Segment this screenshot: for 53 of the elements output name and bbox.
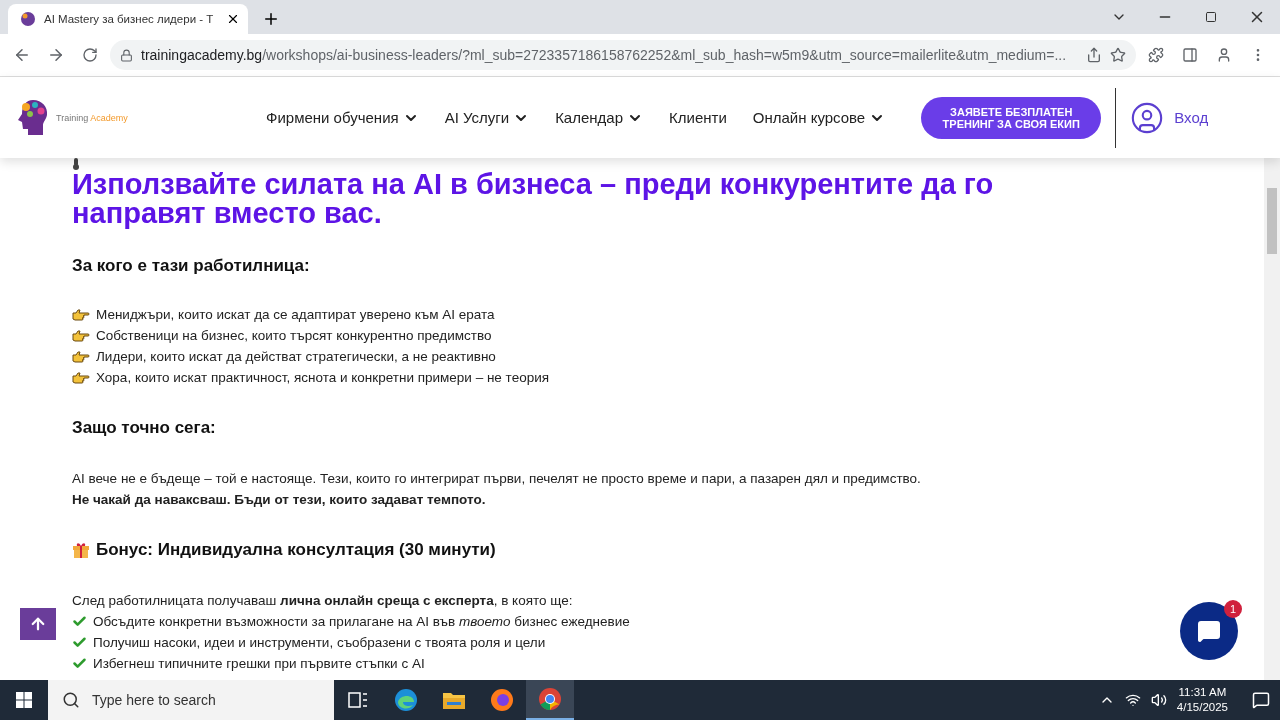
list-item: Обсъдите конкретни възможности за прилагане на AI във твоето бизнес ежедневие [93,613,630,631]
login-link[interactable]: Вход [1130,100,1209,135]
list-item: Получиш насоки, идеи и инструменти, съобразени с твоята роля и цели [93,634,546,652]
section-heading: Бонус: Индивидуална консултация (30 минути) [96,540,496,560]
bold-paragraph: Не чакай да наваксваш. Бъди от тези, които задават темпото. [72,491,487,509]
bookmark-star-icon[interactable] [1110,47,1126,63]
check-icon [72,635,87,650]
network-icon[interactable] [1124,692,1141,708]
pointing-hand-icon [72,350,90,363]
notifications-icon[interactable] [1252,691,1270,709]
list-item: Собственици на бизнес, които търсят конкурентно предимство [96,327,492,345]
list-item: Хора, които искат практичност, яснота и конкретни примери – не теория [96,369,550,387]
chrome-icon[interactable] [526,680,574,720]
nav-link[interactable]: AI Услуги [444,109,530,126]
tab-title: AI Mastery за бизнес лидери - T [44,13,215,25]
lock-icon [120,48,133,62]
free-training-button[interactable]: ЗАЯВЕТЕ БЕЗПЛАТЕН ТРЕНИНГ ЗА СВОЯ ЕКИП [921,96,1102,139]
list-item: Мениджъри, които искат да се адаптират уверено към AI ерата [96,306,495,324]
head-logo-icon [16,97,50,138]
scrollbar[interactable] [1264,158,1280,680]
browser-tab[interactable]: AI Mastery за бизнес лидери - T [8,4,248,34]
user-icon [1130,100,1165,135]
list-item: Лидери, които искат да действат стратегически, а не реактивно [96,348,496,366]
chat-bubble-icon [1197,619,1221,643]
scroll-to-top-button[interactable] [20,608,56,640]
pointing-hand-icon [72,329,90,342]
nav-link[interactable]: Онлайн курсове [752,109,886,126]
new-tab-icon[interactable] [262,10,280,28]
check-icon [72,656,87,671]
volume-icon[interactable] [1150,692,1167,708]
section-heading: Защо точно сега: [72,418,217,438]
nav-link[interactable]: Клиенти [669,109,727,126]
site-favicon-icon [20,11,36,27]
taskbar-search-field[interactable]: Type here to search [48,680,334,720]
notification-badge: 1 [1224,600,1242,618]
search-icon [62,691,80,709]
paragraph: След работилницата получаваш лична онлайн среща с експерта, в която ще: [72,592,574,610]
close-tab-icon[interactable] [226,12,240,26]
pointing-hand-icon [72,371,90,384]
paragraph: AI вече не е бъдеще – той е настояще. Тези, които го интегрират първи, печелят не просто време и пари, а пазарен дял и предимство. [72,470,922,488]
pointing-hand-icon [72,308,90,321]
list-item: Избегнеш типичните грешки при първите стъпки с AI [93,655,425,673]
address-bar[interactable]: trainingacademy.bg/workshops/ai-business-leaders/?ml_sub=2723357186158762252&ml_sub_hash=w5m9&utm_source=mailerlite&utm_medium=... [110,40,1136,70]
section-heading: За кого е тази работилница: [72,256,311,276]
gift-icon [72,541,90,559]
nav-link[interactable]: Фирмени обучения [266,109,419,126]
taskbar-clock[interactable]: 11:31 AM 4/15/2025 [1176,685,1228,715]
check-icon [72,614,87,629]
headline: Използвайте силата на AI в бизнеса – преди конкурентите да го направят вместо вас. [72,170,995,228]
logo-text[interactable]: Training Academy [56,112,128,123]
thermometer-icon [72,158,80,170]
nav-link[interactable]: Календар [555,109,644,126]
share-icon[interactable] [1086,47,1102,63]
